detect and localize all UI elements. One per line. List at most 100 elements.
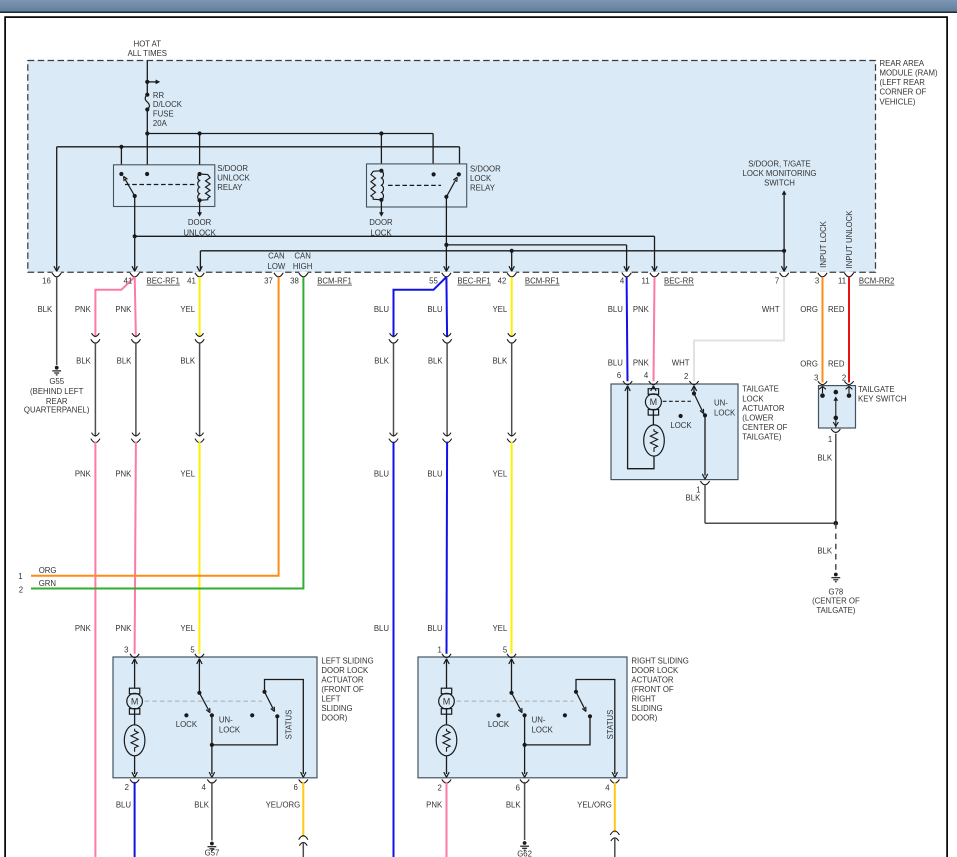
svg-text:LOCK: LOCK — [714, 408, 736, 417]
svg-text:M: M — [131, 697, 139, 707]
svg-text:BLK: BLK — [117, 356, 133, 365]
svg-text:RR: RR — [153, 91, 165, 100]
svg-text:3: 3 — [124, 645, 128, 654]
svg-text:(FRONT OF: (FRONT OF — [321, 685, 364, 694]
svg-text:PNK: PNK — [75, 469, 92, 478]
svg-text:RELAY: RELAY — [217, 183, 243, 192]
svg-text:ACTUATOR: ACTUATOR — [321, 676, 364, 685]
svg-text:BCM-RF1: BCM-RF1 — [317, 277, 352, 286]
svg-text:6: 6 — [516, 783, 520, 792]
svg-text:BLU: BLU — [608, 305, 624, 314]
svg-text:UN-: UN- — [219, 715, 233, 724]
svg-text:LOCK: LOCK — [742, 394, 764, 403]
svg-text:HOT AT: HOT AT — [134, 40, 162, 49]
svg-text:41: 41 — [124, 277, 133, 286]
svg-text:55: 55 — [429, 277, 438, 286]
svg-text:G78: G78 — [829, 587, 844, 596]
svg-text:HIGH: HIGH — [293, 262, 313, 271]
svg-text:BCM-RR2: BCM-RR2 — [859, 277, 895, 286]
svg-text:4: 4 — [644, 371, 649, 380]
svg-text:YEL: YEL — [180, 469, 195, 478]
svg-text:5: 5 — [190, 645, 195, 654]
svg-text:LOCK: LOCK — [176, 720, 198, 729]
svg-text:2: 2 — [842, 374, 846, 383]
svg-text:DOOR): DOOR) — [321, 714, 347, 723]
svg-text:(FRONT OF: (FRONT OF — [631, 685, 674, 694]
svg-text:S/DOOR: S/DOOR — [217, 164, 248, 173]
svg-text:WHT: WHT — [762, 305, 780, 314]
svg-text:2: 2 — [684, 372, 688, 381]
svg-text:4: 4 — [620, 277, 625, 286]
svg-text:YEL: YEL — [180, 624, 195, 633]
svg-text:16: 16 — [42, 277, 51, 286]
svg-text:(LOWER: (LOWER — [742, 414, 774, 423]
svg-text:37: 37 — [264, 277, 273, 286]
svg-text:BLU: BLU — [374, 305, 390, 314]
svg-text:LOCK: LOCK — [219, 725, 241, 734]
svg-text:QUARTERPANEL): QUARTERPANEL) — [24, 405, 90, 414]
svg-text:UNLOCK: UNLOCK — [183, 228, 216, 237]
svg-text:INPUT LOCK: INPUT LOCK — [819, 220, 828, 267]
svg-text:M: M — [650, 397, 658, 407]
svg-text:UNLOCK: UNLOCK — [217, 174, 250, 183]
svg-text:DOOR: DOOR — [188, 218, 212, 227]
svg-text:BLK: BLK — [492, 356, 508, 365]
svg-text:BLK: BLK — [428, 356, 444, 365]
svg-text:DOOR LOCK: DOOR LOCK — [631, 666, 679, 675]
svg-text:LOCK: LOCK — [488, 720, 510, 729]
svg-text:TAILGATE: TAILGATE — [742, 385, 779, 394]
svg-text:BLU: BLU — [374, 624, 390, 633]
svg-text:ALL TIMES: ALL TIMES — [128, 49, 167, 58]
svg-text:LOCK: LOCK — [670, 421, 692, 430]
svg-text:YEL: YEL — [492, 469, 507, 478]
svg-text:S/DOOR, T/GATE: S/DOOR, T/GATE — [748, 160, 811, 169]
svg-text:ORG: ORG — [39, 566, 57, 575]
svg-text:1: 1 — [828, 435, 832, 444]
svg-text:STATUS: STATUS — [606, 710, 615, 740]
svg-text:RIGHT SLIDING: RIGHT SLIDING — [631, 657, 688, 666]
svg-text:RELAY: RELAY — [470, 183, 496, 192]
svg-text:3: 3 — [815, 277, 819, 286]
svg-text:(BEHIND LEFT: (BEHIND LEFT — [30, 387, 84, 396]
svg-text:G62: G62 — [517, 850, 532, 857]
svg-text:M: M — [443, 697, 451, 707]
svg-text:LOCK MONITORING: LOCK MONITORING — [743, 169, 817, 178]
svg-text:7: 7 — [775, 277, 779, 286]
svg-text:BEC-RF1: BEC-RF1 — [457, 277, 490, 286]
svg-text:TAILGATE): TAILGATE) — [742, 433, 782, 442]
svg-text:UN-: UN- — [532, 715, 546, 724]
svg-text:1: 1 — [18, 572, 22, 581]
svg-text:TAILGATE: TAILGATE — [858, 385, 895, 394]
svg-text:PNK: PNK — [115, 469, 132, 478]
svg-text:BLK: BLK — [506, 800, 522, 809]
svg-text:(LEFT REAR: (LEFT REAR — [880, 78, 926, 87]
svg-text:INPUT UNLOCK: INPUT UNLOCK — [845, 210, 854, 269]
svg-text:STATUS: STATUS — [285, 710, 294, 740]
svg-text:CAN: CAN — [294, 252, 310, 261]
svg-text:YEL/ORG: YEL/ORG — [266, 801, 301, 810]
svg-text:BLU: BLU — [374, 469, 390, 478]
svg-text:KEY SWITCH: KEY SWITCH — [858, 395, 906, 404]
svg-text:RIGHT: RIGHT — [631, 695, 655, 704]
svg-text:G55: G55 — [49, 377, 64, 386]
svg-text:DOOR: DOOR — [369, 218, 393, 227]
svg-text:PNK: PNK — [115, 305, 132, 314]
svg-text:RED: RED — [828, 359, 845, 368]
svg-text:S/DOOR: S/DOOR — [470, 164, 501, 173]
svg-text:G57: G57 — [205, 849, 220, 857]
svg-text:ORG: ORG — [800, 305, 818, 314]
svg-text:DOOR): DOOR) — [631, 714, 657, 723]
svg-text:YEL: YEL — [492, 624, 507, 633]
svg-text:4: 4 — [202, 783, 207, 792]
svg-text:BLU: BLU — [427, 305, 443, 314]
svg-text:42: 42 — [498, 277, 507, 286]
svg-text:LOCK: LOCK — [470, 174, 492, 183]
svg-text:VEHICLE): VEHICLE) — [880, 97, 916, 106]
svg-text:ACTUATOR: ACTUATOR — [631, 676, 674, 685]
svg-text:PNK: PNK — [115, 624, 132, 633]
svg-text:6: 6 — [294, 783, 298, 792]
svg-text:2: 2 — [438, 783, 442, 792]
svg-text:BEC-RR: BEC-RR — [664, 277, 694, 286]
svg-text:BLK: BLK — [817, 547, 833, 556]
svg-text:38: 38 — [290, 277, 299, 286]
